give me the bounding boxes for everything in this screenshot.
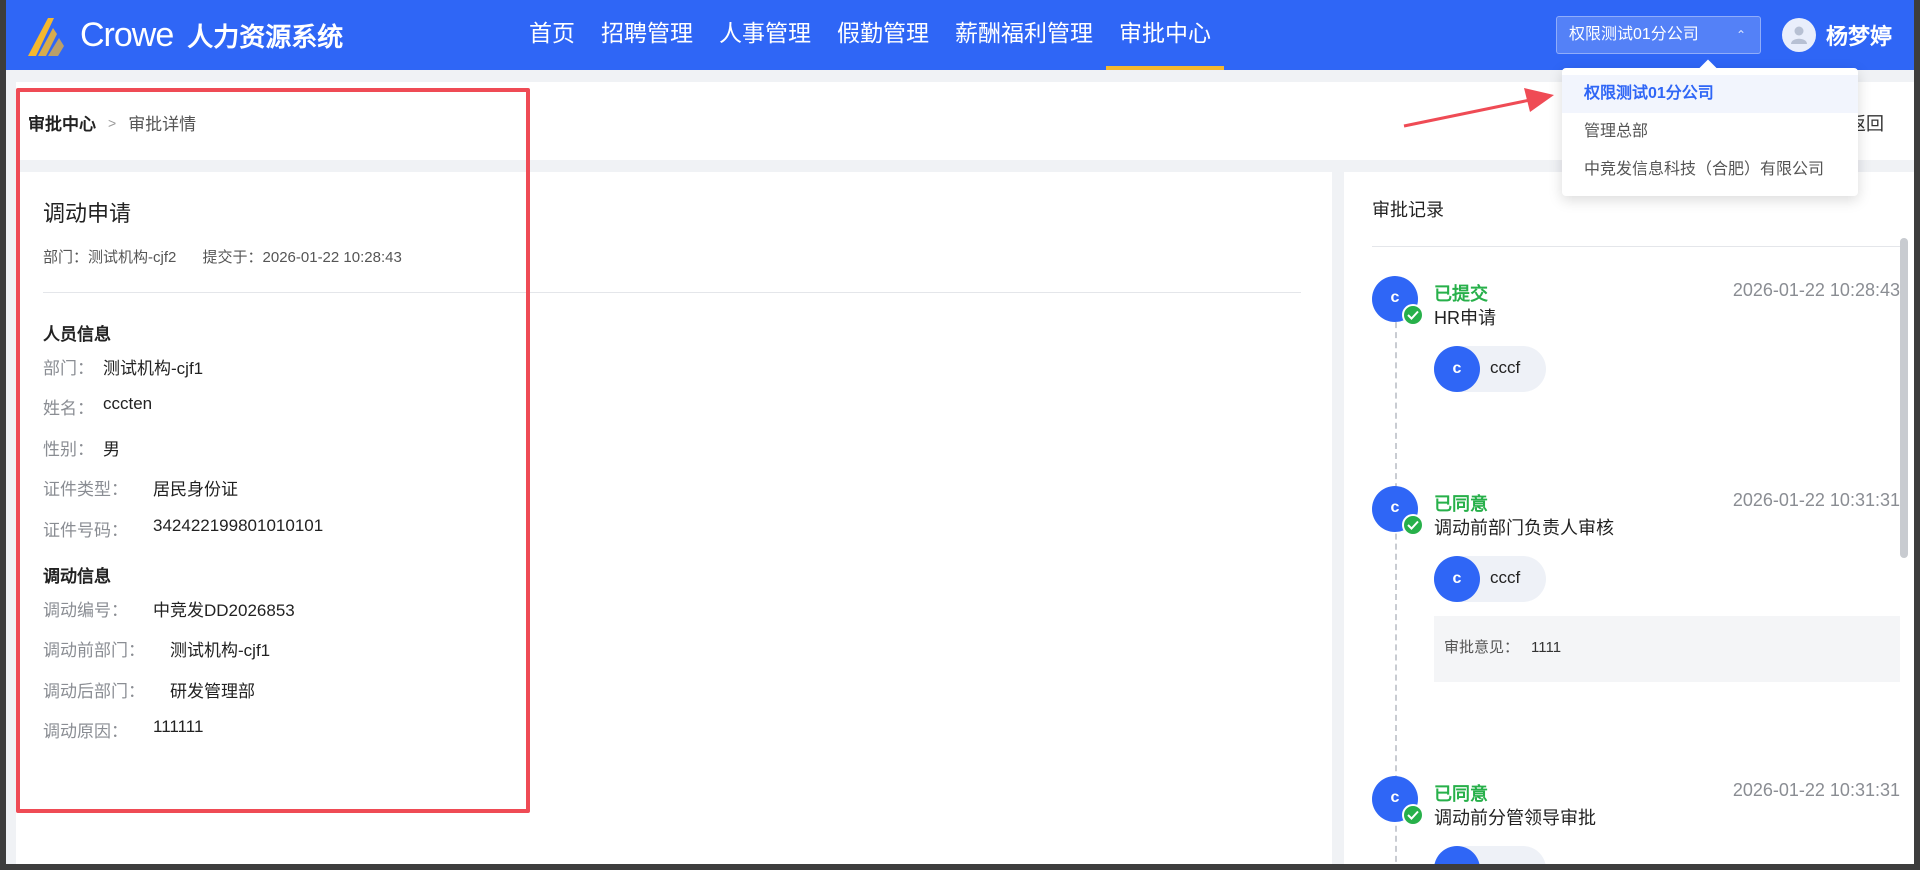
user-name: 杨梦婷 (1826, 24, 1893, 49)
top-navbar: Crowe 人力资源系统 首页 招聘管理 人事管理 假勤管理 薪酬福利管理 审批… (6, 0, 1914, 70)
section-title-personnel: 人员信息 (43, 325, 111, 344)
logo-text: Crowe (80, 15, 174, 54)
field-value: 男 (103, 440, 120, 459)
nav-personnel[interactable]: 人事管理 (706, 0, 824, 70)
field-label: 部门： (43, 359, 94, 378)
breadcrumb-root[interactable]: 审批中心 (28, 110, 96, 135)
approval-records-title: 审批记录 (1372, 200, 1444, 220)
field-label: 调动前部门： (43, 641, 145, 660)
scrollbar[interactable] (1900, 238, 1908, 558)
timestamp: 2026-01-22 10:28:43 (1732, 280, 1900, 300)
field-value: cccten (103, 394, 153, 413)
field-value: 研发管理部 (170, 682, 255, 701)
status-badge: 已同意 (1434, 494, 1488, 514)
step-name: HR申请 (1434, 308, 1496, 328)
application-department: 部门：测试机构-cjf2 (43, 249, 177, 266)
divider (1372, 246, 1902, 247)
comment-value: 1111 (1531, 639, 1562, 656)
field-row: 调动前部门： 测试机构-cjf1 (43, 636, 270, 661)
avatar: c (1434, 346, 1480, 392)
logo[interactable]: Crowe 人力资源系统 (26, 10, 343, 60)
check-circle-icon (1402, 804, 1424, 826)
application-detail-card: 调动申请 部门：测试机构-cjf2 提交于：2026-01-22 10:28:4… (16, 172, 1332, 864)
field-row: 证件类型： 居民身份证 (43, 475, 238, 500)
company-option[interactable]: 管理总部 (1562, 113, 1858, 151)
field-label: 姓名： (43, 399, 94, 418)
field-label: 调动原因： (43, 722, 128, 741)
field-row: 姓名： cccten (43, 394, 152, 419)
chevron-up-icon: ⌃ (1735, 28, 1746, 42)
page-title: 调动申请 (43, 201, 132, 226)
timestamp: 2026-01-22 10:31:31 (1732, 780, 1900, 800)
company-option[interactable]: 权限测试01分公司 (1562, 75, 1858, 113)
app-window: Crowe 人力资源系统 首页 招聘管理 人事管理 假勤管理 薪酬福利管理 审批… (6, 0, 1914, 864)
divider (43, 292, 1301, 293)
field-label: 调动后部门： (43, 682, 145, 701)
breadcrumb-current: 审批详情 (128, 115, 197, 134)
section-title-transfer: 调动信息 (43, 567, 111, 586)
field-row: 证件号码： 342422199801010101 (43, 516, 323, 541)
field-row: 调动原因： 111111 (43, 717, 203, 742)
field-row: 调动编号： 中竞发DD2026853 (43, 596, 295, 621)
breadcrumb: 审批中心 > 审批详情 (28, 110, 196, 135)
status-badge: 已同意 (1434, 784, 1488, 804)
approver-name: cccf (1490, 358, 1521, 377)
field-label: 证件类型： (43, 480, 128, 499)
field-value: 111111 (153, 717, 204, 736)
field-row: 调动后部门： 研发管理部 (43, 677, 255, 702)
system-name: 人力资源系统 (187, 21, 344, 52)
approval-records-panel: 审批记录 c 已提交 2026-01-22 10:28:43 HR申请 c cc… (1344, 172, 1914, 864)
check-circle-icon (1402, 304, 1424, 326)
crowe-logo-icon (28, 18, 64, 56)
field-value: 居民身份证 (153, 480, 238, 499)
status-badge: 已提交 (1434, 284, 1488, 304)
company-option[interactable]: 中竞发信息科技（合肥）有限公司 (1562, 151, 1858, 189)
annotation-arrow-icon (1403, 88, 1554, 128)
field-label: 证件号码： (43, 521, 128, 540)
nav-compensation[interactable]: 薪酬福利管理 (942, 0, 1106, 70)
avatar (1782, 18, 1816, 52)
application-submitted-time: 提交于：2026-01-22 10:28:43 (202, 249, 402, 266)
timestamp: 2026-01-22 10:31:31 (1732, 490, 1900, 510)
user-menu[interactable]: 杨梦婷 (1782, 16, 1892, 54)
application-meta: 部门：测试机构-cjf2 提交于：2026-01-22 10:28:43 (43, 246, 402, 267)
approver-chip: c cccf (1434, 556, 1546, 602)
field-value: 测试机构-cjf1 (103, 359, 204, 378)
approval-comment: 审批意见： 1111 (1434, 616, 1900, 682)
nav-approval-center[interactable]: 审批中心 (1106, 0, 1224, 70)
step-name: 调动前分管领导审批 (1434, 808, 1596, 828)
field-label: 调动编号： (43, 601, 128, 620)
avatar: c (1434, 556, 1480, 602)
approver-chip (1434, 846, 1546, 864)
field-row: 性别： 男 (43, 435, 120, 460)
chevron-right-icon: > (108, 114, 117, 131)
field-value: 中竞发DD2026853 (153, 601, 295, 620)
approver-name: cccf (1490, 568, 1521, 587)
nav-attendance[interactable]: 假勤管理 (824, 0, 942, 70)
field-row: 部门： 测试机构-cjf1 (43, 354, 203, 379)
field-value: 342422199801010101 (153, 516, 324, 535)
avatar (1434, 846, 1480, 864)
user-icon (1791, 26, 1807, 44)
field-value: 测试机构-cjf1 (170, 641, 271, 660)
nav-recruitment[interactable]: 招聘管理 (588, 0, 706, 70)
approver-chip: c cccf (1434, 346, 1546, 392)
check-circle-icon (1402, 514, 1424, 536)
nav-home[interactable]: 首页 (516, 0, 588, 70)
company-dropdown-menu: 权限测试01分公司 管理总部 中竞发信息科技（合肥）有限公司 (1562, 68, 1858, 196)
step-name: 调动前部门负责人审核 (1434, 518, 1614, 538)
comment-label: 审批意见： (1444, 639, 1520, 656)
company-select[interactable]: 权限测试01分公司 ⌃ (1556, 16, 1761, 54)
field-label: 性别： (43, 440, 94, 459)
company-select-value: 权限测试01分公司 (1569, 26, 1699, 43)
main-nav: 首页 招聘管理 人事管理 假勤管理 薪酬福利管理 审批中心 (516, 0, 1224, 70)
